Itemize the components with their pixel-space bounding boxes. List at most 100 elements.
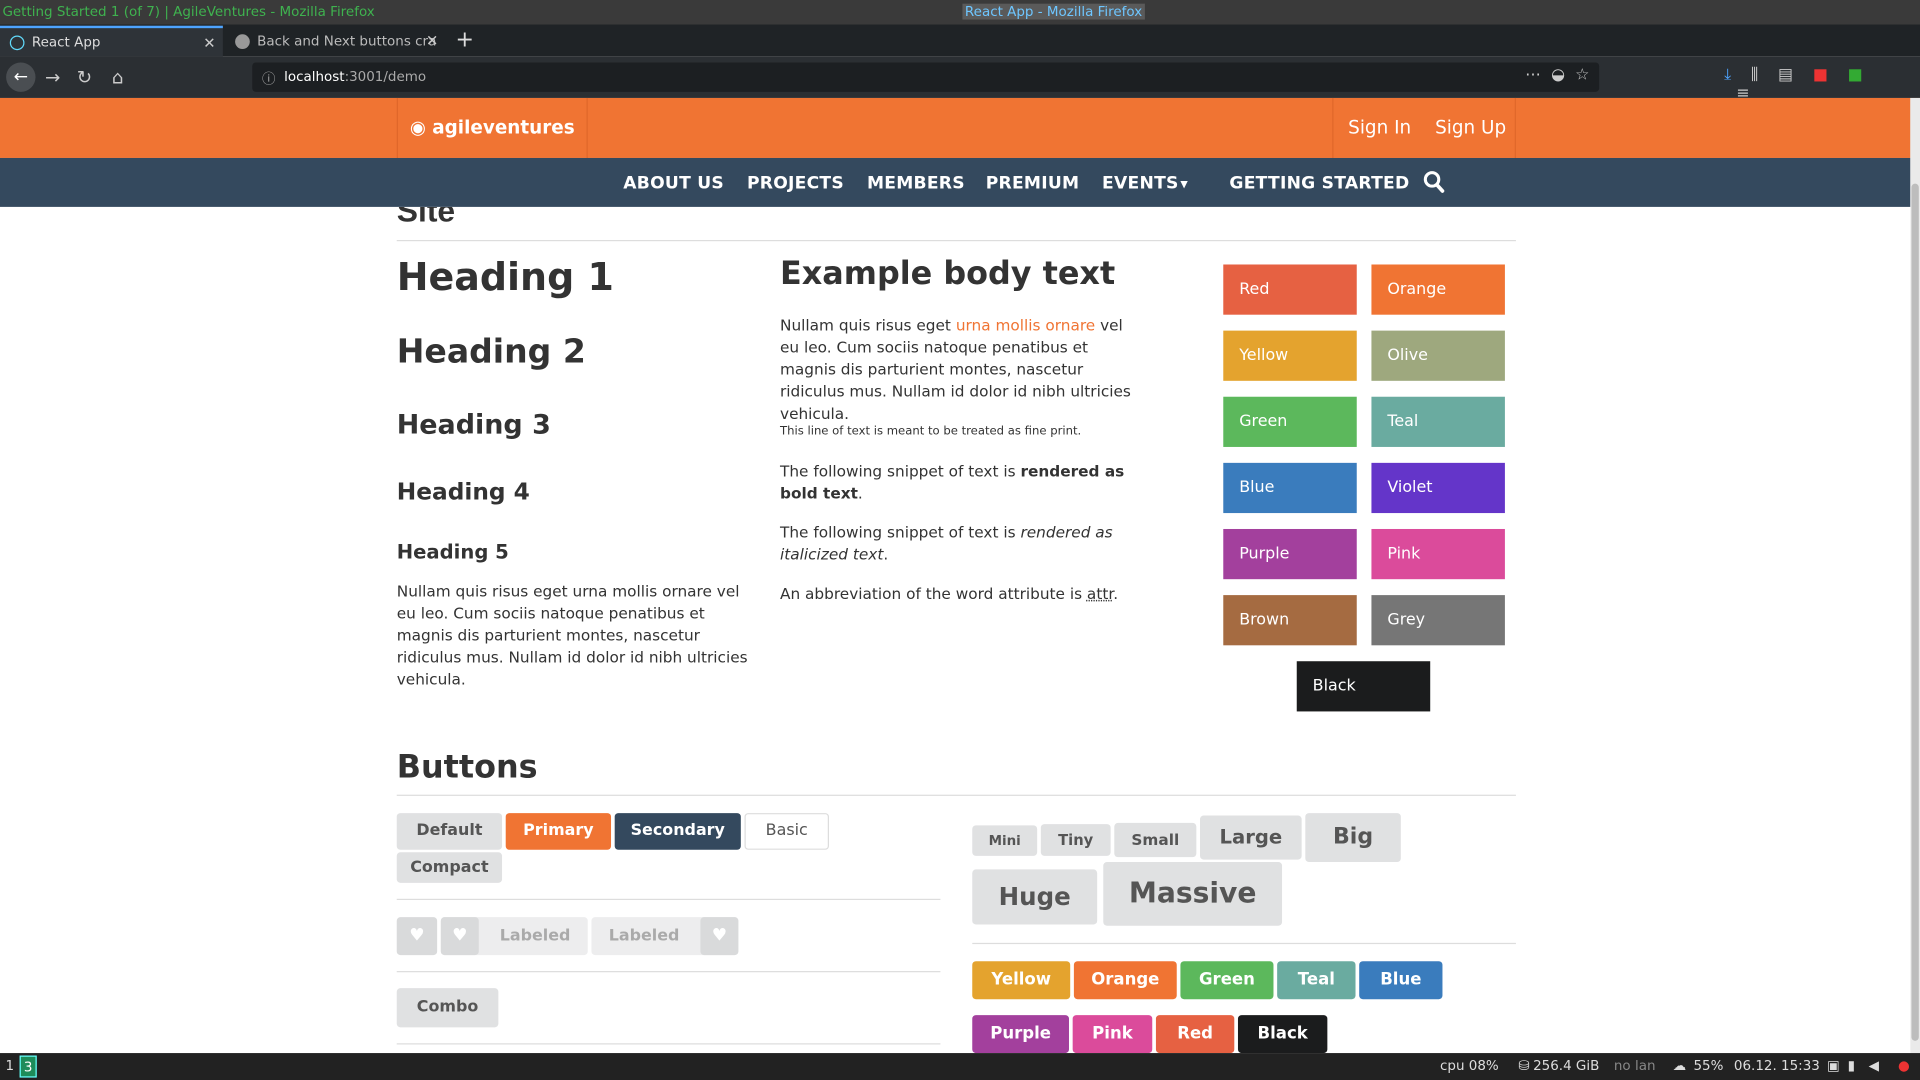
swatch-grey: Grey (1371, 595, 1505, 646)
divider (396, 794, 1516, 796)
pink-colored-button[interactable]: Pink (1072, 1015, 1153, 1054)
menu-getting-started[interactable]: GETTING STARTED (1229, 158, 1409, 207)
taskbar: 1 3 cpu 08% ⛁ 256.4 GiB no lan ☁ 55% 06.… (0, 1053, 1920, 1080)
site-logo[interactable]: ◉ agileventures (396, 97, 588, 158)
swatch-orange: Orange (1371, 264, 1505, 315)
small-button[interactable]: Small (1114, 822, 1197, 858)
swatch-red: Red (1223, 264, 1357, 315)
page-actions[interactable]: ⋯ ◒ ☆ (1525, 66, 1589, 84)
swatch-yellow: Yellow (1223, 330, 1357, 381)
labeled-text: Labeled (499, 926, 571, 946)
window-title-center: React App - Mozilla Firefox (962, 3, 1145, 20)
teal-colored-button[interactable]: Teal (1277, 961, 1356, 1000)
red-colored-button[interactable]: Red (1155, 1015, 1235, 1054)
window-title-bar: Getting Started 1 (of 7) | AgileVentures… (0, 0, 1920, 25)
heading-2: Heading 2 (396, 333, 586, 372)
blue-colored-button[interactable]: Blue (1359, 961, 1443, 1000)
compact-button[interactable]: Compact (396, 852, 503, 883)
disk-status: 256.4 GiB (1533, 1057, 1600, 1074)
home-icon[interactable]: ⌂ (105, 66, 129, 88)
tab-react-app[interactable]: React App ✕ (0, 25, 223, 57)
new-tab-icon[interactable]: + (456, 27, 474, 53)
screen: Getting Started 1 (of 7) | AgileVentures… (0, 0, 1920, 1080)
extension-red-icon[interactable]: ■ (1813, 66, 1828, 84)
workspace-1[interactable]: 1 (1, 1056, 18, 1078)
forward-icon[interactable]: → (40, 66, 64, 88)
datetime: 06.12. 15:33 (1733, 1057, 1820, 1074)
extension-green-icon[interactable]: ■ (1848, 66, 1863, 84)
huge-button[interactable]: Huge (972, 869, 1098, 925)
bold-paragraph: The following snippet of text is rendere… (780, 461, 1125, 503)
url-text[interactable]: localhost:3001/demo (284, 69, 426, 85)
section-heading-site: Site (396, 206, 456, 229)
body-paragraph: Nullam quis risus eget urna mollis ornar… (780, 315, 1131, 423)
massive-button[interactable]: Massive (1103, 862, 1283, 926)
swatch-violet: Violet (1371, 462, 1505, 514)
menu-premium[interactable]: PREMIUM (986, 158, 1080, 207)
basic-button[interactable]: Basic (744, 813, 829, 850)
library-icon[interactable]: ⫼ (1751, 66, 1758, 84)
heart-icon[interactable]: ♥ (700, 917, 739, 956)
tab-bar: React App ✕ Back and Next buttons cra ✕ (0, 24, 1920, 57)
orange-colored-button[interactable]: Orange (1073, 961, 1177, 1000)
clipboard-icon[interactable]: ▣ (1827, 1058, 1840, 1074)
search-icon[interactable] (1423, 170, 1445, 194)
disk-icon: ⛁ (1518, 1057, 1530, 1074)
close-icon[interactable]: ✕ (203, 34, 215, 51)
body-link[interactable]: urna mollis ornare (956, 316, 1095, 334)
large-button[interactable]: Large (1200, 815, 1302, 860)
green-colored-button[interactable]: Green (1180, 961, 1274, 1000)
pocket-icon[interactable]: ◒ (1551, 66, 1565, 84)
chevron-down-icon[interactable]: ▾ (1180, 158, 1188, 207)
menu-members[interactable]: MEMBERS (867, 158, 965, 207)
scrollbar-thumb[interactable] (1911, 183, 1919, 1041)
primary-button[interactable]: Primary (505, 813, 612, 850)
mini-button[interactable]: Mini (972, 825, 1038, 856)
divider (396, 1043, 941, 1045)
workspace-3[interactable]: 3 (19, 1055, 37, 1078)
window-title-left: Getting Started 1 (of 7) | AgileVentures… (2, 3, 375, 20)
swatch-green: Green (1223, 396, 1357, 447)
heart-icon[interactable]: ♥ (396, 917, 438, 956)
buttons-heading: Buttons (396, 749, 538, 787)
tiny-button[interactable]: Tiny (1040, 824, 1111, 856)
swatch-teal: Teal (1371, 396, 1505, 447)
bookmark-star-icon[interactable]: ☆ (1575, 66, 1589, 84)
url-bar[interactable]: ⓘ localhost:3001/demo ⋯ ◒ ☆ (252, 62, 1600, 92)
big-button[interactable]: Big (1305, 813, 1401, 863)
swatch-olive: Olive (1371, 330, 1505, 381)
nav-bar: ← → ↻ ⌂ ⓘ localhost:3001/demo ⋯ ◒ ☆ ⤓ ⫼ … (0, 56, 1920, 103)
sign-up-link[interactable]: Sign Up (1435, 98, 1506, 158)
close-icon[interactable]: ✕ (426, 32, 438, 49)
shield-icon[interactable]: ● (1898, 1058, 1910, 1074)
yellow-colored-button[interactable]: Yellow (972, 961, 1071, 1000)
download-icon[interactable]: ⤓ (1724, 66, 1731, 84)
cpu-status: cpu 08% (1440, 1057, 1499, 1074)
swatch-blue: Blue (1223, 462, 1357, 514)
auth-links: Sign In Sign Up (1332, 97, 1516, 158)
menu-about-us[interactable]: ABOUT US (623, 158, 724, 207)
menu-events[interactable]: EVENTS (1102, 158, 1179, 207)
tab-label: Back and Next buttons cra (257, 33, 437, 49)
heart-icon[interactable]: ♥ (440, 917, 479, 956)
heading-4: Heading 4 (396, 478, 530, 506)
tab-label: React App (31, 34, 101, 51)
menu-projects[interactable]: PROJECTS (747, 158, 844, 207)
black-colored-button[interactable]: Black (1237, 1015, 1328, 1054)
battery-status: 55% (1693, 1057, 1724, 1074)
volume-icon[interactable]: ◀ (1869, 1058, 1879, 1074)
reload-icon[interactable]: ↻ (72, 66, 96, 88)
swatch-pink: Pink (1371, 528, 1505, 580)
info-icon[interactable]: ⓘ (262, 69, 275, 89)
default-button[interactable]: Default (396, 813, 503, 850)
site-header: ◉ agileventures Sign In Sign Up (0, 97, 1920, 158)
tab-github[interactable]: Back and Next buttons cra ✕ (225, 26, 445, 57)
secondary-button[interactable]: Secondary (614, 813, 741, 850)
sidebar-icon[interactable]: ▤ (1778, 66, 1793, 84)
back-icon[interactable]: ← (6, 62, 36, 92)
purple-colored-button[interactable]: Purple (972, 1015, 1069, 1054)
more-icon[interactable]: ⋯ (1525, 66, 1541, 84)
divider (972, 942, 1516, 945)
sign-in-link[interactable]: Sign In (1348, 98, 1411, 158)
combo-button[interactable]: Combo (396, 988, 499, 1028)
